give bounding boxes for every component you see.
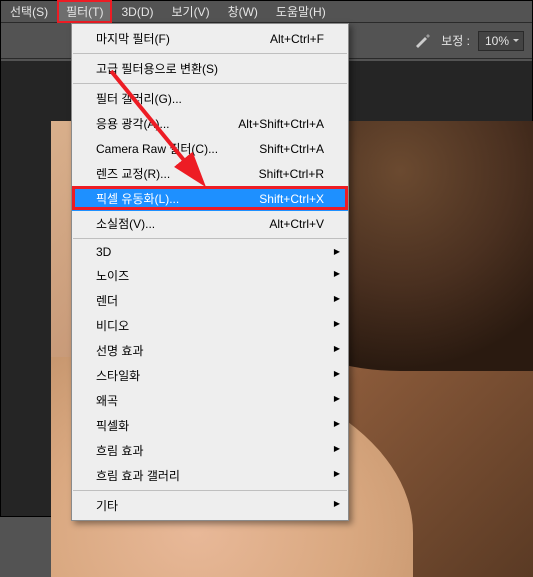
filter-dropdown: 마지막 필터(F) Alt+Ctrl+F 고급 필터용으로 변환(S) 필터 갤… [71, 23, 349, 521]
menu-select[interactable]: 선택(S) [1, 0, 57, 23]
menu-item-shortcut: Shift+Ctrl+X [239, 192, 324, 206]
menu-item-label: 렌더 [96, 292, 324, 309]
menu-item-adaptive-wide-angle[interactable]: 응용 광각(A)... Alt+Shift+Ctrl+A [72, 111, 348, 136]
menu-item-label: 마지막 필터(F) [96, 30, 250, 47]
menu-item-label: Camera Raw 필터(C)... [96, 140, 239, 157]
menu-item-filter-gallery[interactable]: 필터 갤러리(G)... [72, 86, 348, 111]
separator [73, 83, 347, 84]
menu-item-label: 비디오 [96, 317, 324, 334]
menu-item-stylize[interactable]: 스타일화 [72, 363, 348, 388]
menu-item-blur[interactable]: 흐림 효과 [72, 438, 348, 463]
menu-item-camera-raw[interactable]: Camera Raw 필터(C)... Shift+Ctrl+A [72, 136, 348, 161]
separator [73, 238, 347, 239]
menu-item-convert-smart[interactable]: 고급 필터용으로 변환(S) [72, 56, 348, 81]
separator [73, 53, 347, 54]
menu-item-label: 선명 효과 [96, 342, 324, 359]
menu-item-label: 픽셀화 [96, 417, 324, 434]
menu-item-shortcut: Alt+Shift+Ctrl+A [218, 117, 324, 131]
menu-item-lens-correction[interactable]: 렌즈 교정(R)... Shift+Ctrl+R [72, 161, 348, 186]
menu-3d[interactable]: 3D(D) [112, 2, 162, 22]
correction-value[interactable]: 10% [478, 31, 524, 51]
menu-item-pixelate[interactable]: 픽셀화 [72, 413, 348, 438]
menu-item-last-filter[interactable]: 마지막 필터(F) Alt+Ctrl+F [72, 26, 348, 51]
menu-item-label: 스타일화 [96, 367, 324, 384]
brush-icon[interactable] [413, 31, 433, 51]
menu-item-label: 흐림 효과 갤러리 [96, 467, 324, 484]
menu-item-video[interactable]: 비디오 [72, 313, 348, 338]
menu-item-label: 3D [96, 245, 324, 259]
menu-item-shortcut: Alt+Ctrl+V [249, 217, 324, 231]
menu-item-blur-gallery[interactable]: 흐림 효과 갤러리 [72, 463, 348, 488]
menu-item-shortcut: Shift+Ctrl+R [239, 167, 324, 181]
menu-item-distort[interactable]: 왜곡 [72, 388, 348, 413]
menu-item-vanishing-point[interactable]: 소실점(V)... Alt+Ctrl+V [72, 211, 348, 236]
menu-item-render[interactable]: 렌더 [72, 288, 348, 313]
menu-item-label: 고급 필터용으로 변환(S) [96, 60, 324, 77]
menu-filter[interactable]: 필터(T) [57, 0, 112, 23]
separator [73, 490, 347, 491]
correction-label: 보정 : [441, 32, 470, 49]
menu-item-label: 필터 갤러리(G)... [96, 90, 324, 107]
menu-item-shortcut: Shift+Ctrl+A [239, 142, 324, 156]
menu-window[interactable]: 창(W) [219, 0, 267, 23]
menu-help[interactable]: 도움말(H) [267, 0, 335, 23]
menu-item-label: 흐림 효과 [96, 442, 324, 459]
menu-item-label: 기타 [96, 497, 324, 514]
menu-item-label: 왜곡 [96, 392, 324, 409]
menu-item-other[interactable]: 기타 [72, 493, 348, 518]
menu-view[interactable]: 보기(V) [162, 0, 218, 23]
menu-item-label: 렌즈 교정(R)... [96, 165, 239, 182]
menu-item-label: 노이즈 [96, 267, 324, 284]
menu-item-sharpen[interactable]: 선명 효과 [72, 338, 348, 363]
menu-item-3d[interactable]: 3D [72, 241, 348, 263]
menu-item-label: 응용 광각(A)... [96, 115, 218, 132]
menu-bar: 선택(S) 필터(T) 3D(D) 보기(V) 창(W) 도움말(H) [1, 1, 532, 23]
menu-item-noise[interactable]: 노이즈 [72, 263, 348, 288]
menu-item-label: 픽셀 유동화(L)... [96, 190, 239, 207]
menu-item-shortcut: Alt+Ctrl+F [250, 32, 324, 46]
menu-item-label: 소실점(V)... [96, 215, 249, 232]
menu-item-liquify[interactable]: 픽셀 유동화(L)... Shift+Ctrl+X [72, 186, 348, 211]
